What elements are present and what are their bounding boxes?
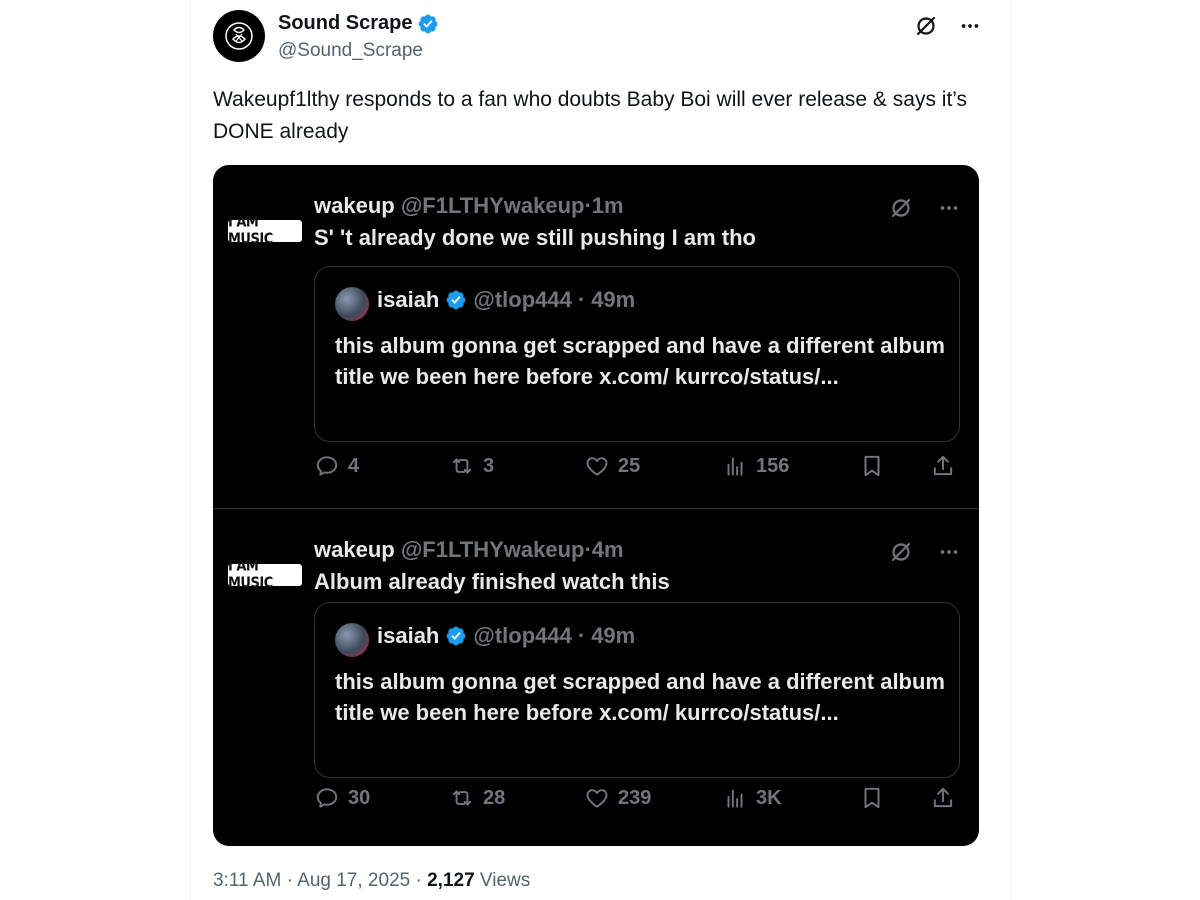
quoted-author-avatar [335, 623, 369, 657]
embedded-tweet: I AM MUSIC wakeup @F1LTHYwakeup·4m Album… [213, 509, 979, 846]
analytics-icon [727, 789, 743, 808]
share-icon [933, 455, 953, 476]
action-bar: 30 28 239 3K [314, 785, 964, 819]
like-action: 239 [584, 785, 651, 811]
post-views-count: 2,127 [427, 870, 475, 891]
views-count: 3K [756, 786, 782, 809]
heart-icon [586, 789, 608, 808]
quoted-tweet: isaiah @tlop444 · 49m this album gonna get… [314, 266, 960, 442]
author-handle[interactable]: @Sound_Scrape [278, 40, 423, 62]
reply-count: 30 [348, 786, 371, 809]
like-count: 239 [618, 786, 652, 809]
analytics-icon [727, 457, 743, 476]
views-action: 156 [722, 453, 789, 479]
post-time[interactable]: 3:11 AM [213, 870, 281, 891]
logo-icon [225, 22, 253, 50]
repost-action: 3 [449, 453, 494, 479]
embedded-author-name: wakeup [314, 537, 395, 562]
quoted-tweet: isaiah @tlop444 · 49m this album gonna get… [314, 602, 960, 778]
separator-dot: · [415, 870, 422, 891]
embedded-tweet-header: wakeup @F1LTHYwakeup·4m [314, 537, 624, 563]
quoted-tweet-text: this album gonna get scrapped and have a… [335, 333, 945, 389]
embedded-author-handle: @F1LTHYwakeup [400, 537, 585, 562]
reply-action: 4 [314, 453, 359, 479]
bookmark-icon [864, 787, 880, 809]
like-action: 25 [584, 453, 640, 479]
embedded-tweet-text: S' 't already done we still pushing I am… [314, 225, 756, 250]
verified-badge-icon [417, 13, 439, 35]
share-action [930, 785, 956, 811]
quoted-tweet-text: this album gonna get scrapped and have a… [335, 669, 945, 725]
avatar-logo-text: I AM MUSIC [228, 213, 273, 249]
separator-dot: · [584, 537, 592, 562]
share-icon [933, 787, 953, 808]
tweet-post: Sound Scrape @Sound_Scrape Wakeupf1lthy … [190, 0, 1012, 900]
repost-icon [452, 458, 472, 474]
more-options-icon [936, 539, 962, 565]
quoted-author-handle: @tlop444 [473, 623, 572, 648]
grok-icon [888, 195, 914, 221]
embedded-author-name: wakeup [314, 193, 395, 218]
separator-dot: · [577, 287, 586, 312]
quoted-author-avatar [335, 287, 369, 321]
bookmark-action [859, 785, 885, 811]
author-avatar[interactable] [213, 10, 265, 62]
quoted-tweet-time: 49m [591, 287, 636, 312]
embedded-author-avatar: I AM MUSIC [228, 558, 302, 592]
separator-dot: · [286, 870, 293, 891]
quoted-tweet-time: 49m [591, 623, 636, 648]
repost-action: 28 [449, 785, 505, 811]
like-count: 25 [618, 454, 641, 477]
embedded-tweet-time: 1m [591, 193, 624, 218]
embedded-tweet-time: 4m [591, 537, 624, 562]
post-header: Sound Scrape @Sound_Scrape [213, 10, 983, 66]
separator-dot: · [577, 623, 586, 648]
more-options-icon[interactable] [957, 13, 983, 39]
reply-icon [316, 788, 338, 808]
grok-icon [888, 539, 914, 565]
avatar-logo-text: I AM MUSIC [228, 557, 273, 593]
quoted-author-name: isaiah [377, 287, 440, 312]
embedded-author-handle: @F1LTHYwakeup [400, 193, 585, 218]
quoted-author-name: isaiah [377, 623, 440, 648]
bookmark-action [859, 453, 885, 479]
quoted-author-handle: @tlop444 [473, 287, 572, 312]
verified-badge-icon [445, 625, 467, 647]
more-options-icon [936, 195, 962, 221]
embedded-author-avatar: I AM MUSIC [228, 214, 302, 248]
reply-action: 30 [314, 785, 370, 811]
share-action [930, 453, 956, 479]
action-bar: 4 3 25 156 [314, 453, 964, 487]
bookmark-icon [864, 455, 880, 477]
reply-icon [316, 456, 338, 476]
post-date[interactable]: Aug 17, 2025 [297, 870, 410, 891]
embedded-screenshot[interactable]: I AM MUSIC wakeup @F1LTHYwakeup·1m S' 't… [213, 165, 979, 846]
heart-icon [586, 457, 608, 476]
embedded-tweet: I AM MUSIC wakeup @F1LTHYwakeup·1m S' 't… [213, 165, 979, 508]
separator-dot: · [584, 193, 592, 218]
views-count: 156 [756, 454, 790, 477]
verified-badge-icon [445, 289, 467, 311]
post-views-label: Views [479, 870, 531, 891]
repost-count: 3 [483, 454, 495, 477]
embedded-tweet-text: Album already finished watch this [314, 569, 670, 594]
reply-count: 4 [348, 454, 360, 477]
post-text: Wakeupf1lthy responds to a fan who doubt… [213, 88, 968, 143]
author-name[interactable]: Sound Scrape [278, 12, 412, 35]
post-metadata: 3:11 AM · Aug 17, 2025 · 2,127 Views [213, 870, 530, 892]
embedded-tweet-header: wakeup @F1LTHYwakeup·1m [314, 193, 624, 219]
views-action: 3K [722, 785, 782, 811]
grok-icon[interactable] [913, 13, 939, 39]
repost-count: 28 [483, 786, 506, 809]
repost-icon [452, 790, 472, 806]
